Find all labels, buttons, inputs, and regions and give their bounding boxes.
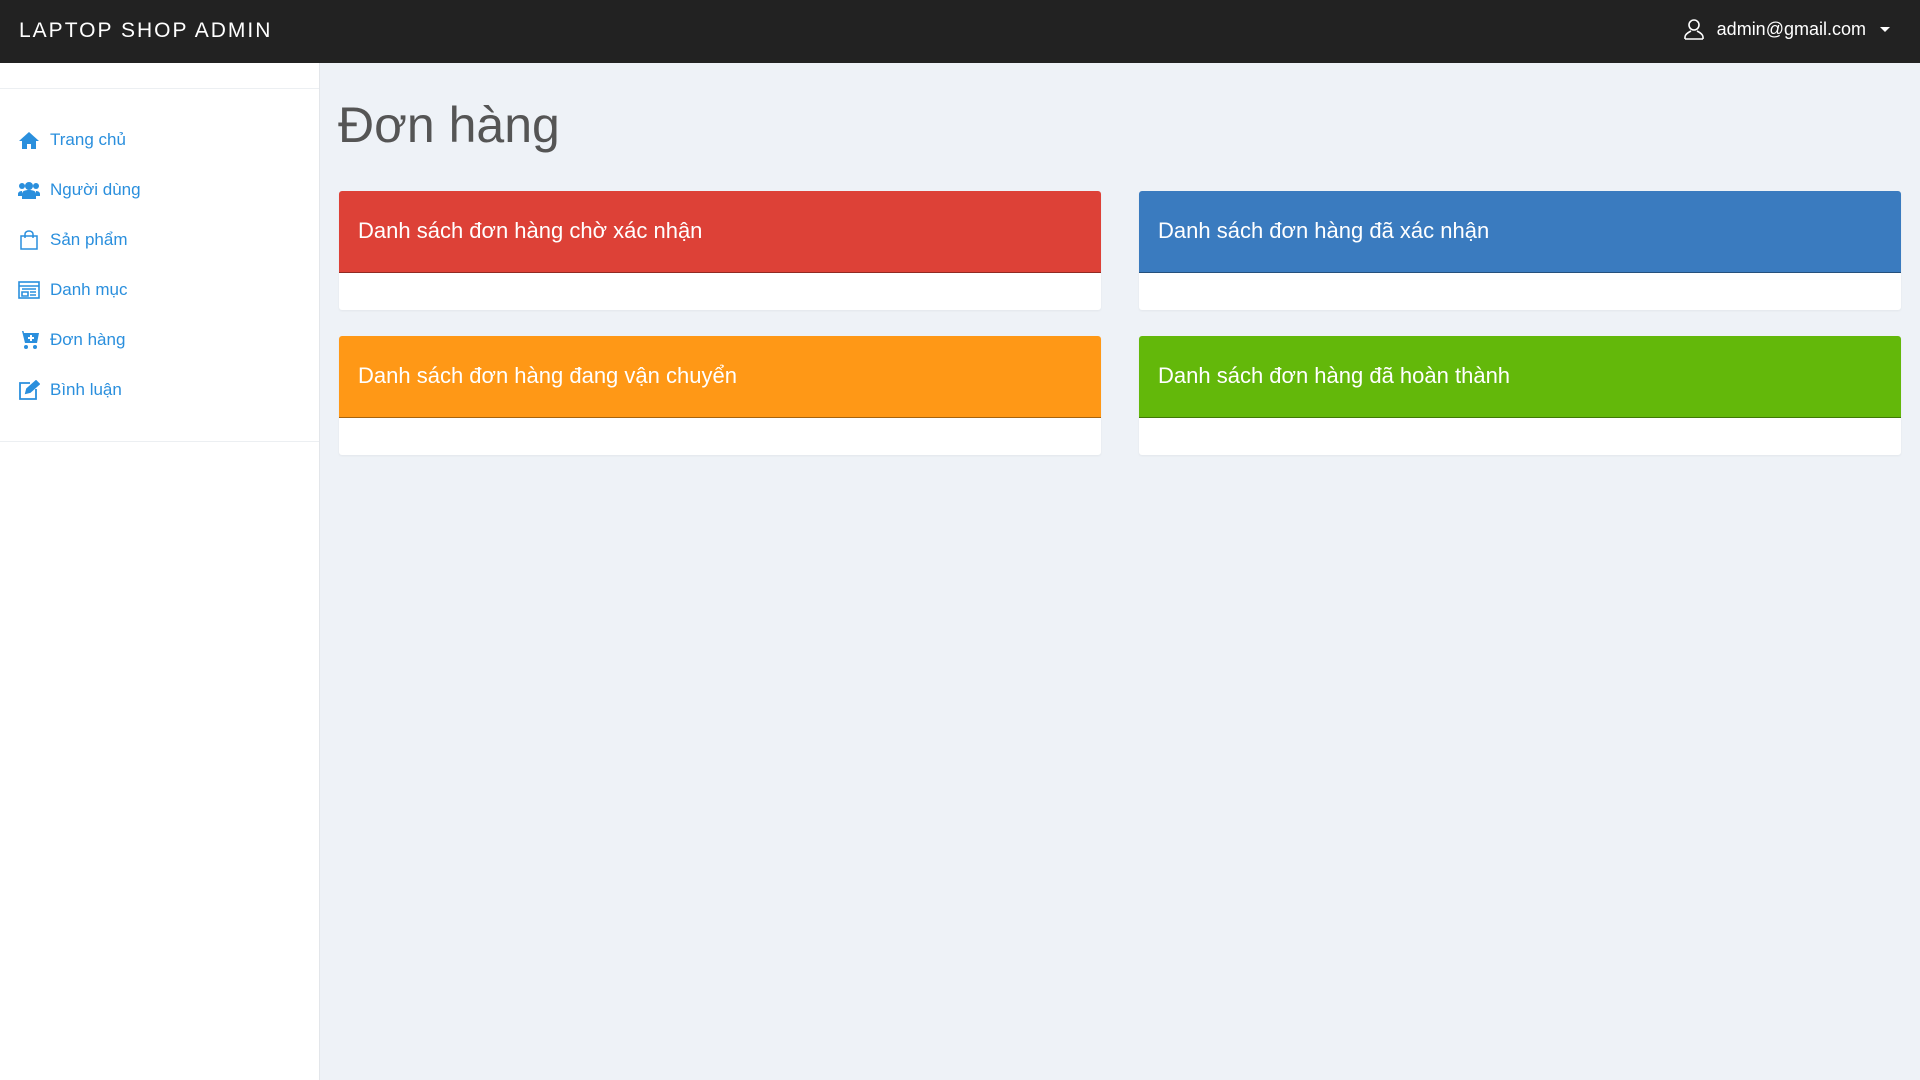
sidebar-item-products[interactable]: Sản phẩm — [0, 215, 319, 265]
sidebar-item-home[interactable]: Trang chủ — [0, 115, 319, 165]
panel-heading[interactable]: Danh sách đơn hàng đã hoàn thành — [1139, 336, 1901, 418]
user-menu[interactable]: admin@gmail.com — [1683, 18, 1890, 40]
sidebar-item-comments[interactable]: Bình luận — [0, 365, 319, 415]
sidebar-item-label: Trang chủ — [50, 130, 126, 149]
panel-shipping-orders[interactable]: Danh sách đơn hàng đang vận chuyển — [339, 336, 1101, 455]
shopping-bag-icon — [20, 230, 38, 250]
panel-heading[interactable]: Danh sách đơn hàng chờ xác nhận — [339, 191, 1101, 273]
brand-logo[interactable]: LAPTOP SHOP ADMIN — [19, 19, 272, 43]
sidebar-item-label: Bình luận — [50, 380, 122, 399]
top-navbar: LAPTOP SHOP ADMIN admin@gmail.com — [0, 0, 1920, 63]
user-icon — [1683, 19, 1704, 40]
caret-down-icon — [1880, 26, 1890, 32]
sidebar-item-label: Đơn hàng — [50, 330, 126, 349]
panel-completed-orders[interactable]: Danh sách đơn hàng đã hoàn thành — [1139, 336, 1901, 455]
home-icon — [19, 132, 39, 149]
sidebar-item-users[interactable]: Người dùng — [0, 165, 319, 215]
sidebar-item-label: Danh mục — [50, 280, 128, 299]
sidebar-item-orders[interactable]: Đơn hàng — [0, 315, 319, 365]
sidebar-item-categories[interactable]: Danh mục — [0, 265, 319, 315]
sidebar-item-label: Người dùng — [50, 180, 141, 199]
cart-plus-icon — [18, 331, 39, 349]
list-icon — [18, 281, 40, 299]
panel-pending-orders[interactable]: Danh sách đơn hàng chờ xác nhận — [339, 191, 1101, 310]
panel-heading[interactable]: Danh sách đơn hàng đã xác nhận — [1139, 191, 1901, 273]
user-email: admin@gmail.com — [1716, 18, 1866, 39]
sidebar: Trang chủ Người dùng Sản phẩm Danh mục Đ… — [0, 63, 320, 1080]
page-title: Đơn hàng — [338, 97, 560, 153]
users-icon — [18, 182, 40, 199]
panel-heading[interactable]: Danh sách đơn hàng đang vận chuyển — [339, 336, 1101, 418]
panel-confirmed-orders[interactable]: Danh sách đơn hàng đã xác nhận — [1139, 191, 1901, 310]
sidebar-item-label: Sản phẩm — [50, 230, 128, 249]
edit-icon — [19, 380, 40, 400]
